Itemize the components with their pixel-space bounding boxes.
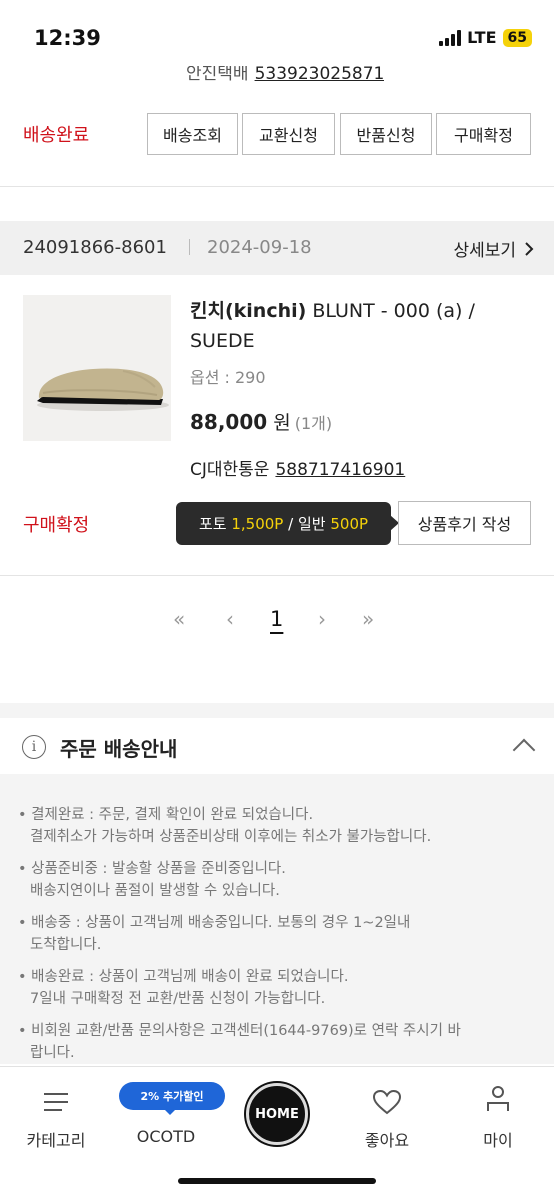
tooltip-photo-points: 1,500P [231,514,284,533]
tooltip-normal-label: 일반 [297,515,326,533]
product-name[interactable]: 킨치(kinchi) BLUNT - 000 (a) / SUEDE [190,296,530,356]
info-line: 도착합니다. [30,937,102,953]
tab-category-label: 카테고리 [26,1131,86,1150]
prev-page-button[interactable]: ‹ [226,607,234,631]
tooltip-normal-points: 500P [330,514,369,533]
user-icon [487,1086,509,1111]
next-page-button[interactable]: › [318,607,326,631]
heart-icon [372,1089,402,1115]
product-brand: 킨치(kinchi) [190,300,307,322]
info-line: 랍니다. [30,1045,75,1061]
status-bar: 12:39 LTE 65 [0,0,554,70]
order-detail-label: 상세보기 [453,241,516,261]
info-line: 결제취소가 가능하며 상품준비상태 이후에는 취소가 불가능합니다. [30,829,432,845]
price-currency: 원 [273,412,291,434]
order-detail-link[interactable]: 상세보기 [453,236,534,261]
info-line: 배송완료 : 상품이 고객님께 배송이 완료 되었습니다. [31,969,349,985]
home-button[interactable]: HOME [246,1083,308,1145]
tooltip-separator: / [288,514,294,533]
review-points-tooltip: 포토 1,500P / 일반 500P [176,502,391,545]
exchange-request-button[interactable]: 교환신청 [242,113,335,155]
chevron-right-icon [525,241,534,256]
return-request-button[interactable]: 반품신청 [340,113,432,155]
info-item: • 배송중 : 상품이 고객님께 배송중입니다. 보통의 경우 1~2일내 도착합… [18,915,411,953]
info-item: • 상품준비중 : 발송할 상품을 준비중입니다. 배송지연이나 품절이 발생할 … [18,861,286,899]
menu-icon [44,1093,68,1111]
tab-category[interactable]: 카테고리 [6,1067,106,1167]
info-line: 비회원 교환/반품 문의사항은 고객센터(1644-9769)로 연락 주시기 … [31,1023,461,1039]
tooltip-photo-label: 포토 [198,515,227,533]
prev-order-status: 배송완료 [23,125,90,146]
order-number: 24091866-8601 [23,237,167,258]
carrier-name: CJ대한통운 [190,460,270,480]
delivery-info-header[interactable]: i 주문 배송안내 [0,718,554,774]
divider [0,186,554,187]
current-page[interactable]: 1 [270,607,283,631]
badge-tail [164,1109,176,1115]
info-line: 배송중 : 상품이 고객님께 배송중입니다. 보통의 경우 1~2일내 [31,915,411,931]
divider [189,239,190,255]
product-option: 옵션 : 290 [190,368,266,387]
info-icon: i [22,735,46,759]
discount-badge: 2% 추가할인 [119,1082,225,1110]
tracking-number[interactable]: 588717416901 [275,460,405,480]
info-line: 결제완료 : 주문, 결제 확인이 완료 되었습니다. [31,807,314,823]
order-status: 구매확정 [23,515,90,536]
delivery-info-title: 주문 배송안내 [60,737,178,761]
info-line: 배송지연이나 품절이 발생할 수 있습니다. [30,883,280,899]
order-date: 2024-09-18 [207,237,312,258]
tab-ocotd-label: OCOTD [136,1127,196,1146]
product-price: 88,000 원 (1개) [190,408,332,435]
prev-carrier: 안진택배 [186,66,249,84]
confirm-purchase-button[interactable]: 구매확정 [436,113,531,155]
divider [0,575,554,576]
signal-icon [439,29,462,46]
battery-icon: 65 [502,28,532,47]
info-item: • 비회원 교환/반품 문의사항은 고객센터(1644-9769)로 연락 주시… [18,1023,461,1061]
info-item: • 결제완료 : 주문, 결제 확인이 완료 되었습니다. 결제취소가 가능하며 … [18,807,432,845]
delivery-info-body: • 결제완료 : 주문, 결제 확인이 완료 되었습니다. 결제취소가 가능하며 … [0,774,554,1064]
product-image [37,368,169,411]
tab-like[interactable]: 좋아요 [337,1067,437,1167]
pagination: « ‹ 1 › » [0,607,554,641]
info-line: 상품준비중 : 발송할 상품을 준비중입니다. [31,861,286,877]
order-header: 24091866-8601 2024-09-18 상세보기 [0,221,554,275]
tab-my-label: 마이 [483,1131,513,1150]
status-time: 12:39 [34,26,101,50]
shipping-info: CJ대한통운 588717416901 [190,455,405,480]
status-indicators: LTE 65 [439,28,532,47]
write-review-button[interactable]: 상품후기 작성 [398,501,531,545]
product-quantity: (1개) [294,414,333,433]
info-item: • 배송완료 : 상품이 고객님께 배송이 완료 되었습니다. 7일내 구매확정 … [18,969,349,1007]
tab-my[interactable]: 마이 [448,1067,548,1167]
prev-tracking-line: 안진택배 533923025871 [186,66,384,84]
product-thumbnail[interactable] [23,295,171,441]
network-label: LTE [467,28,497,47]
section-gap [0,703,554,718]
home-indicator [178,1178,376,1184]
info-line: 7일내 구매확정 전 교환/반품 신청이 가능합니다. [30,991,326,1007]
chevron-up-icon[interactable] [512,738,536,762]
first-page-button[interactable]: « [173,607,185,631]
track-delivery-button[interactable]: 배송조회 [147,113,238,155]
price-value: 88,000 [190,410,268,434]
last-page-button[interactable]: » [362,607,374,631]
tab-like-label: 좋아요 [364,1131,410,1150]
prev-tracking-number[interactable]: 533923025871 [255,66,385,84]
